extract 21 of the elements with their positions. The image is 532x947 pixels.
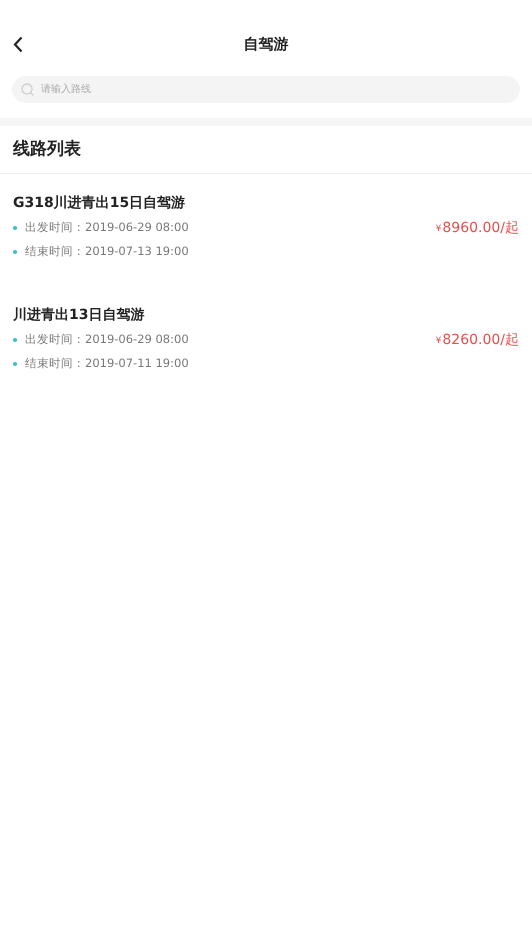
route-card[interactable]: G318川进青出15日自驾游 出发时间：2019-06-29 08:00 结束时间：2019-07-13 19:00 ¥8960.00/起 [0,190,532,302]
start-time: 出发时间：2019-06-29 08:00 [25,219,189,236]
start-time: 出发时间：2019-06-29 08:00 [25,331,189,348]
end-time: 结束时间：2019-07-11 19:00 [25,355,189,372]
currency-symbol: ¥ [436,334,442,348]
search-icon [21,83,35,97]
section-heading: 线路列表 [13,138,81,161]
route-title: G318川进青出15日自驾游 [13,194,186,213]
bullet-icon [13,226,17,230]
search-field[interactable]: 请输入路线 [12,76,520,103]
route-price: 8260.00/起 [442,330,519,350]
route-price: 8960.00/起 [442,218,519,238]
route-title: 川进青出13日自驾游 [13,306,146,325]
page-title: 自驾游 [244,34,288,55]
bullet-icon [13,250,17,254]
currency-symbol: ¥ [436,222,442,236]
route-card[interactable]: 川进青出13日自驾游 出发时间：2019-06-29 08:00 结束时间：2019-07-11 19:00 ¥8260.00/起 [0,302,532,414]
bullet-icon [13,338,17,342]
back-icon [13,36,23,52]
end-time: 结束时间：2019-07-13 19:00 [25,243,189,260]
bullet-icon [13,362,17,366]
